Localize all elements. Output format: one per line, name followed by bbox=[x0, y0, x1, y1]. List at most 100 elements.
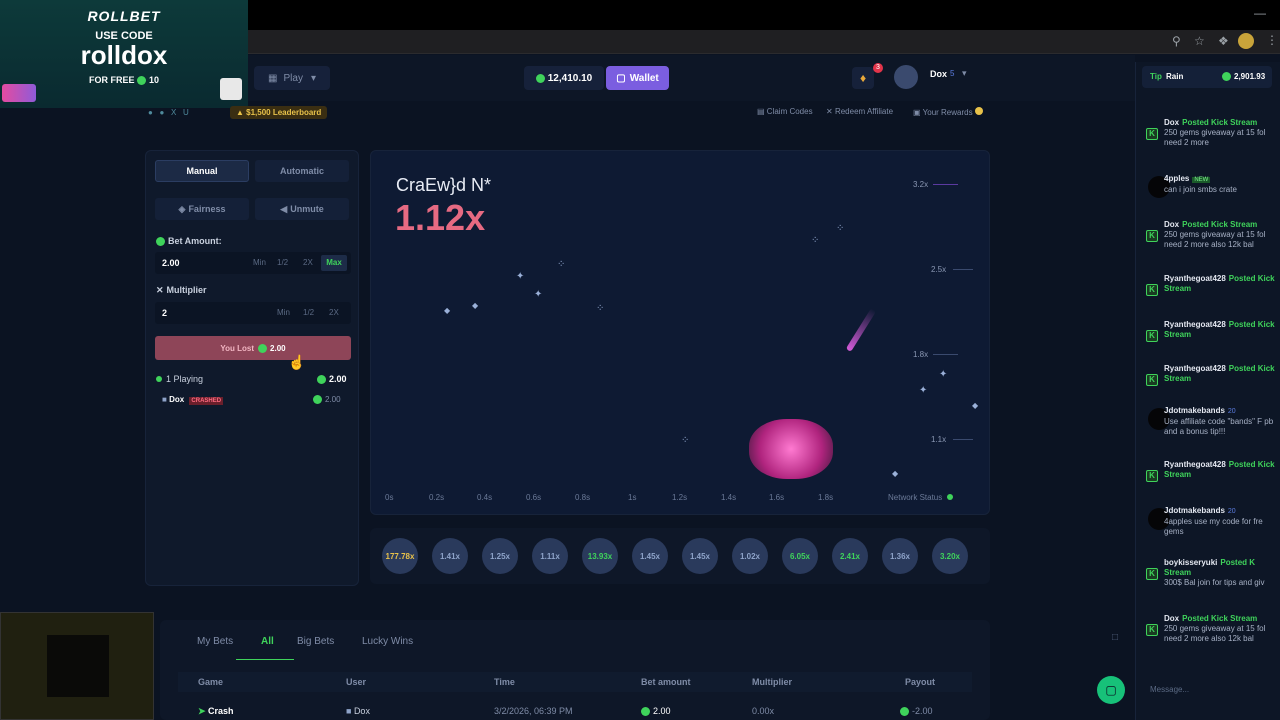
history-bubble[interactable]: 1.45x bbox=[682, 538, 718, 574]
unmute-button[interactable]: ◀ Unmute bbox=[255, 198, 349, 220]
chat-username[interactable]: 4pples bbox=[1164, 174, 1189, 183]
history-bubble[interactable]: 1.02x bbox=[732, 538, 768, 574]
bet-amount-text: Bet Amount: bbox=[168, 236, 222, 246]
history-bubble[interactable]: 1.25x bbox=[482, 538, 518, 574]
player-row[interactable]: ■ Dox CRASHED bbox=[162, 395, 224, 405]
wallet-button[interactable]: ▢ Wallet bbox=[606, 66, 669, 90]
username[interactable]: Dox bbox=[930, 69, 947, 79]
bet-min-button[interactable]: Min bbox=[253, 258, 266, 267]
you-lost-button[interactable]: You Lost 2.00 bbox=[155, 336, 351, 360]
menu-dots-icon[interactable]: ⋮ bbox=[1266, 33, 1278, 47]
nyan-cat-icon bbox=[2, 84, 36, 102]
minimize-icon[interactable]: — bbox=[1254, 6, 1266, 20]
bet-amount-input[interactable]: 2.00 Min 1/2 2X Max bbox=[155, 252, 351, 274]
network-status[interactable]: Network Status bbox=[888, 493, 954, 502]
chevron-down-icon[interactable]: ▾ bbox=[962, 68, 967, 79]
profile-avatar-icon[interactable] bbox=[1238, 33, 1254, 49]
chat-username[interactable]: Jdotmakebands bbox=[1164, 406, 1225, 415]
chat-bubble-icon[interactable]: □ bbox=[1112, 632, 1118, 643]
history-bubble[interactable]: 177.78x bbox=[382, 538, 418, 574]
gem-icon bbox=[535, 73, 545, 83]
chat-message-body: Ryanthegoat428 Posted Kick Stream bbox=[1164, 274, 1280, 294]
your-rewards-link[interactable]: ▣ Your Rewards bbox=[913, 107, 983, 117]
webcam-feed-icon bbox=[47, 635, 109, 697]
multiplier-half-button[interactable]: 1/2 bbox=[303, 308, 314, 317]
balance-display[interactable]: 12,410.10 bbox=[524, 66, 604, 90]
bet-controls-panel: Manual Automatic ◈ Fairness ◀ Unmute Bet A… bbox=[145, 150, 359, 586]
chat-username[interactable]: boykisseryuki bbox=[1164, 558, 1217, 567]
redeem-affiliate-link[interactable]: ✕ Redeem Affiliate bbox=[826, 107, 893, 116]
tab-big-bets[interactable]: Big Bets bbox=[297, 636, 334, 647]
play-dropdown[interactable]: ▦ Play ▾ bbox=[254, 66, 330, 90]
sparkle-icon: ✦ bbox=[516, 271, 525, 282]
sparkle-icon: ⁘ bbox=[836, 223, 845, 234]
tab-all[interactable]: All bbox=[261, 636, 274, 647]
chat-input[interactable]: Message... bbox=[1142, 679, 1277, 701]
column-payout: Payout bbox=[905, 677, 936, 687]
shield-icon: ◈ bbox=[178, 203, 186, 214]
webcam-overlay bbox=[0, 612, 154, 720]
tab-manual[interactable]: Manual bbox=[155, 160, 249, 182]
chat-username[interactable]: Jdotmakebands bbox=[1164, 506, 1225, 515]
support-chat-icon[interactable]: ▢ bbox=[1097, 676, 1125, 704]
social-discord-icon[interactable]: ● bbox=[148, 108, 153, 117]
multiplier-input[interactable]: 2 Min 1/2 2X bbox=[155, 302, 351, 324]
gem-icon bbox=[313, 395, 322, 405]
promo-free: FOR FREE 10 bbox=[0, 75, 248, 86]
social-kick-icon[interactable]: ● bbox=[160, 108, 165, 117]
history-bubble[interactable]: 1.11x bbox=[532, 538, 568, 574]
bet-half-button[interactable]: 1/2 bbox=[277, 258, 288, 267]
multiplier-double-button[interactable]: 2X bbox=[329, 308, 339, 317]
history-bubble[interactable]: 13.93x bbox=[582, 538, 618, 574]
lost-amount: 2.00 bbox=[270, 343, 286, 353]
player-amount: 2.00 bbox=[313, 395, 341, 405]
history-bubble[interactable]: 1.45x bbox=[632, 538, 668, 574]
player-name: Dox bbox=[169, 395, 185, 404]
social-x-icon[interactable]: X bbox=[171, 108, 176, 117]
close-x-icon: ✕ bbox=[156, 285, 164, 295]
chat-username[interactable]: Dox bbox=[1164, 614, 1179, 623]
history-bubble[interactable]: 6.05x bbox=[782, 538, 818, 574]
table-row[interactable]: ➤ Crash ■ Dox 3/2/2026, 06:39 PM 2.00 0.… bbox=[178, 702, 972, 720]
user-avatar[interactable] bbox=[894, 65, 918, 89]
affiliate-icon: ✕ bbox=[826, 107, 835, 116]
speaker-icon: ◀ bbox=[280, 203, 288, 214]
history-bubble[interactable]: 3.20x bbox=[932, 538, 968, 574]
chat-text: 250 gems giveaway at 15 fol need 2 more … bbox=[1164, 624, 1266, 643]
chat-username[interactable]: Ryanthegoat428 bbox=[1164, 320, 1226, 329]
kick-icon: K bbox=[1146, 470, 1158, 482]
bookmark-star-icon[interactable]: ☆ bbox=[1194, 34, 1205, 48]
tab-lucky-wins[interactable]: Lucky Wins bbox=[362, 636, 413, 647]
chat-username[interactable]: Ryanthegoat428 bbox=[1164, 364, 1226, 373]
sparkle-icon: ◆ bbox=[472, 301, 479, 310]
multiplier-min-button[interactable]: Min bbox=[277, 308, 290, 317]
tab-automatic[interactable]: Automatic bbox=[255, 160, 349, 182]
bet-amount-value[interactable]: 2.00 bbox=[162, 258, 180, 268]
column-user: User bbox=[346, 677, 367, 687]
tab-my-bets[interactable]: My Bets bbox=[197, 636, 233, 647]
social-u-icon[interactable]: U bbox=[183, 108, 189, 117]
chat-username[interactable]: Ryanthegoat428 bbox=[1164, 460, 1226, 469]
history-bubble[interactable]: 1.41x bbox=[432, 538, 468, 574]
bet-double-button[interactable]: 2X bbox=[303, 258, 313, 267]
browser-address-bar[interactable]: ⚲ ☆ ❖ ⋮ bbox=[248, 30, 1280, 54]
chat-username[interactable]: Dox bbox=[1164, 118, 1179, 127]
extensions-icon[interactable]: ❖ bbox=[1218, 34, 1229, 48]
notification-bell-icon[interactable]: ♦ bbox=[852, 67, 874, 89]
chat-text: 300$ Bal join for tips and giv bbox=[1164, 578, 1265, 587]
history-bubble[interactable]: 1.36x bbox=[882, 538, 918, 574]
fairness-button[interactable]: ◈ Fairness bbox=[155, 198, 249, 220]
chat-message-body: boykisseryuki Posted K Stream 300$ Bal joi… bbox=[1164, 558, 1280, 588]
history-bar: 177.78x 1.41x 1.25x 1.11x 13.93x 1.45x 1.45x 1.… bbox=[370, 528, 990, 584]
multiplier-value[interactable]: 2 bbox=[162, 308, 167, 318]
user-icon: ■ bbox=[346, 706, 354, 716]
chat-username[interactable]: Dox bbox=[1164, 220, 1179, 229]
history-bubble[interactable]: 2.41x bbox=[832, 538, 868, 574]
chevron-down-icon: ▾ bbox=[310, 72, 316, 84]
claim-codes-link[interactable]: ▤ Claim Codes bbox=[757, 107, 813, 116]
zoom-icon[interactable]: ⚲ bbox=[1172, 34, 1181, 48]
leaderboard-link[interactable]: ▲ $1,500 Leaderboard bbox=[230, 106, 328, 119]
chat-username[interactable]: Ryanthegoat428 bbox=[1164, 274, 1226, 283]
bet-max-button[interactable]: Max bbox=[321, 255, 347, 271]
row-user: ■ Dox bbox=[346, 706, 370, 716]
